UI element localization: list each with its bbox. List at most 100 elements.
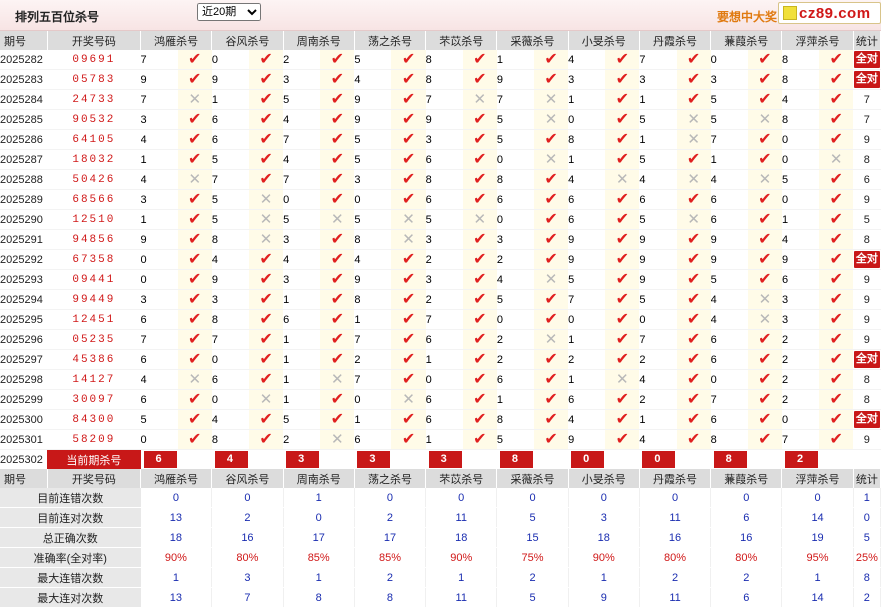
current-prediction-badge: 8 bbox=[713, 451, 747, 468]
check-icon: ✔ bbox=[259, 250, 273, 268]
summary-value: 85% bbox=[354, 547, 427, 568]
result-mark-cell: ✔ bbox=[819, 209, 854, 230]
current-prediction-badge: 3 bbox=[428, 451, 462, 468]
cross-icon: ✕ bbox=[544, 331, 558, 348]
kill-number-cell: 3 bbox=[425, 269, 463, 290]
kill-number-cell: 6 bbox=[211, 129, 249, 150]
kill-number-cell: 6 bbox=[710, 189, 748, 210]
current-prediction-cell: 3 bbox=[354, 450, 425, 470]
kill-number-cell: 6 bbox=[710, 209, 748, 230]
result-mark-cell: ✔ bbox=[747, 149, 782, 170]
summary-row: 目前连错次数 0 0 1 0 0 0 0 0 0 0 1 bbox=[0, 488, 881, 508]
check-icon: ✔ bbox=[188, 410, 202, 428]
kill-number-cell: 0 bbox=[781, 409, 820, 430]
result-mark-cell: ✔ bbox=[177, 229, 212, 250]
stat-cell: 全对 bbox=[853, 349, 881, 370]
draw-number-cell: 05235 bbox=[47, 329, 141, 350]
check-icon: ✔ bbox=[401, 410, 416, 428]
result-mark-cell: ✔ bbox=[747, 129, 782, 150]
kill-number-cell: 4 bbox=[781, 229, 820, 250]
kill-number-cell: 3 bbox=[781, 309, 820, 330]
check-icon: ✔ bbox=[473, 430, 487, 448]
period-range-select[interactable]: 近20期 bbox=[197, 3, 261, 21]
result-mark-cell: ✔ bbox=[676, 389, 711, 410]
cross-icon: ✕ bbox=[259, 231, 273, 248]
result-mark-cell: ✔ bbox=[534, 129, 569, 150]
result-mark-cell: ✔ bbox=[534, 429, 569, 450]
kill-number-cell: 4 bbox=[354, 69, 392, 90]
kill-number-cell: 9 bbox=[354, 269, 392, 290]
summary-value: 0 bbox=[140, 488, 213, 508]
check-icon: ✔ bbox=[188, 330, 202, 348]
result-mark-cell: ✕ bbox=[676, 129, 711, 150]
column-header-expert: 芣苡杀号 bbox=[425, 31, 498, 50]
check-icon: ✔ bbox=[473, 250, 487, 268]
period-cell: 2025294 bbox=[0, 289, 48, 310]
kill-number-cell: 1 bbox=[710, 149, 748, 170]
result-mark-cell: ✔ bbox=[747, 369, 782, 390]
current-period-cell: 2025302 bbox=[0, 453, 43, 466]
result-mark-cell: ✔ bbox=[391, 269, 426, 290]
stat-count: 8 bbox=[863, 373, 870, 386]
result-mark-cell: ✔ bbox=[320, 229, 355, 250]
result-mark-cell: ✔ bbox=[320, 129, 355, 150]
kill-number-cell: 5 bbox=[354, 149, 392, 170]
promo-text[interactable]: 要想中大奖 bbox=[717, 8, 787, 25]
summary-value: 0 bbox=[568, 488, 640, 508]
kill-number-cell: 3 bbox=[140, 289, 178, 310]
result-mark-cell: ✕ bbox=[534, 269, 569, 290]
stat-cell: 全对 bbox=[853, 409, 881, 430]
check-icon: ✔ bbox=[330, 330, 344, 348]
result-mark-cell: ✔ bbox=[534, 229, 569, 250]
check-icon: ✔ bbox=[259, 50, 273, 68]
column-header-expert: 谷风杀号 bbox=[211, 31, 284, 50]
kill-number-cell: 6 bbox=[140, 349, 178, 370]
kill-number-cell: 5 bbox=[425, 209, 463, 230]
stat-cell: 9 bbox=[853, 289, 881, 310]
result-mark-cell: ✕ bbox=[676, 109, 711, 130]
check-icon: ✔ bbox=[544, 190, 558, 208]
check-icon: ✔ bbox=[758, 410, 772, 428]
result-mark-cell: ✔ bbox=[320, 50, 355, 70]
check-icon: ✔ bbox=[544, 350, 558, 368]
result-mark-cell: ✔ bbox=[819, 369, 854, 390]
summary-label: 目前连错次数 bbox=[0, 488, 141, 508]
cross-icon: ✕ bbox=[616, 171, 629, 188]
kill-number-cell: 6 bbox=[496, 369, 535, 390]
site-logo[interactable]: cz89.com bbox=[778, 2, 881, 24]
kill-number-cell: 1 bbox=[283, 329, 321, 350]
summary-value: 0 bbox=[354, 488, 427, 508]
summary-value: 6 bbox=[710, 587, 783, 608]
result-mark-cell: ✔ bbox=[819, 349, 854, 370]
check-icon: ✔ bbox=[615, 130, 630, 148]
kill-number-cell: 9 bbox=[354, 89, 392, 110]
kill-number-cell: 4 bbox=[140, 129, 178, 150]
result-mark-cell: ✔ bbox=[248, 269, 284, 290]
kill-number-cell: 0 bbox=[781, 189, 820, 210]
result-mark-cell: ✔ bbox=[534, 69, 569, 90]
table-row: 2025282 09691 7 ✔ 0 ✔ 2 ✔ 5 ✔ 8 ✔ 1 ✔ 4 ✔ 7 ✔ 0 ✔ 8 ✔ 全对 bbox=[0, 50, 881, 70]
kill-number-cell: 1 bbox=[568, 149, 606, 170]
check-icon: ✔ bbox=[615, 250, 630, 268]
kill-number-cell: 5 bbox=[639, 289, 677, 310]
check-icon: ✔ bbox=[401, 190, 416, 208]
stat-count: 8 bbox=[863, 393, 870, 406]
result-mark-cell: ✔ bbox=[320, 349, 355, 370]
result-mark-cell: ✔ bbox=[462, 169, 497, 190]
top-bar: 排列五百位杀号 近20期 要想中大奖 cz89.com bbox=[0, 0, 881, 31]
summary-label: 最大连对次数 bbox=[0, 587, 141, 608]
check-icon: ✔ bbox=[829, 210, 843, 228]
check-icon: ✔ bbox=[401, 330, 416, 348]
check-icon: ✔ bbox=[686, 310, 701, 328]
check-icon: ✔ bbox=[259, 150, 273, 168]
current-label-cell: 当前期杀号 bbox=[47, 449, 141, 469]
period-cell: 2025282 bbox=[0, 50, 48, 70]
summary-value: 2 bbox=[639, 567, 712, 588]
result-mark-cell: ✔ bbox=[819, 329, 854, 350]
cross-icon: ✕ bbox=[259, 211, 273, 228]
kill-number-cell: 9 bbox=[354, 109, 392, 130]
result-mark-cell: ✔ bbox=[462, 229, 497, 250]
summary-value: 85% bbox=[283, 547, 355, 568]
kill-number-cell: 9 bbox=[568, 249, 606, 270]
result-mark-cell: ✔ bbox=[605, 209, 640, 230]
